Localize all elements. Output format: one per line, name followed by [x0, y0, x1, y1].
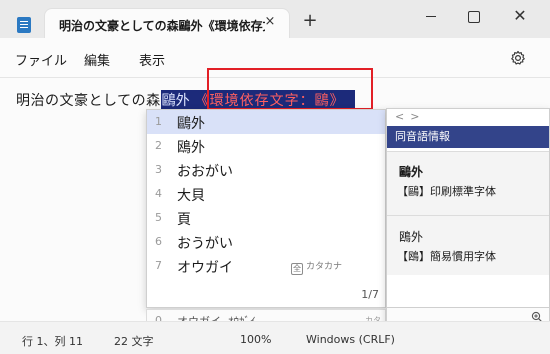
- minimize-icon[interactable]: [416, 5, 446, 27]
- candidate-number: 4: [155, 187, 162, 200]
- info-section: 鷗外 【鷗】印刷標準字体: [387, 151, 549, 215]
- candidate-text: 鷗外: [177, 116, 205, 132]
- candidate-number: 7: [155, 259, 162, 272]
- fullwidth-icon: 全: [291, 263, 303, 275]
- line-ending[interactable]: Windows (CRLF): [306, 333, 395, 346]
- zoom-level[interactable]: 100%: [240, 333, 271, 346]
- document-tab[interactable]: 明治の文豪としての森鷗外《環境依存文 ×: [44, 8, 290, 38]
- candidate-number: 5: [155, 211, 162, 224]
- candidate-text: おうがい: [177, 236, 233, 252]
- candidate-item[interactable]: 4 大貝: [147, 182, 385, 206]
- info-nav: <>: [395, 110, 425, 123]
- maximize-icon[interactable]: [458, 5, 488, 27]
- candidate-item[interactable]: 3 おおがい: [147, 158, 385, 182]
- prev-icon[interactable]: <: [395, 110, 410, 123]
- title-bar: 明治の文豪としての森鷗外《環境依存文 × + ✕: [0, 0, 550, 38]
- cursor-position: 行 1、列 11: [22, 335, 83, 348]
- candidate-hint: 全カタカナ: [291, 259, 342, 275]
- notepad-app-icon: [17, 17, 31, 33]
- info-desc: 【鴎】簡易慣用字体: [397, 250, 496, 263]
- info-title: 鷗外: [399, 165, 424, 179]
- candidate-text: おおがい: [177, 164, 233, 180]
- candidate-item[interactable]: 5 頁: [147, 206, 385, 230]
- menu-bar: ファイル 編集 表示: [0, 38, 550, 78]
- candidate-number: 3: [155, 163, 162, 176]
- ime-candidate-window: 1 鷗外 2 鴎外 3 おおがい 4 大貝 5 頁 6 おうがい 7 オウガイ …: [146, 109, 386, 308]
- info-desc: 【鷗】印刷標準字体: [397, 185, 496, 198]
- tab-title: 明治の文豪としての森鷗外《環境依存文: [59, 19, 265, 33]
- info-section: 鴎外 【鴎】簡易慣用字体: [387, 215, 549, 275]
- document-text: 明治の文豪としての森: [16, 93, 161, 109]
- candidate-item[interactable]: 7 オウガイ 全カタカナ: [147, 254, 385, 278]
- candidate-number: 1: [155, 115, 162, 128]
- tab-close-icon[interactable]: ×: [263, 15, 277, 29]
- candidate-text: 大貝: [177, 188, 205, 204]
- homonym-info-panel: <> 同音語情報 鷗外 【鷗】印刷標準字体 鴎外 【鴎】簡易慣用字体: [386, 108, 550, 328]
- candidate-number: 6: [155, 235, 162, 248]
- info-header: 同音語情報: [387, 126, 549, 148]
- status-bar: 行 1、列 11 22 文字 100% Windows (CRLF): [0, 321, 550, 354]
- candidate-text: オウガイ: [177, 260, 233, 276]
- info-title: 鴎外: [399, 230, 424, 244]
- next-icon[interactable]: >: [410, 110, 425, 123]
- candidate-hint-label: カタカナ: [306, 262, 343, 272]
- candidate-item[interactable]: 1 鷗外: [147, 110, 385, 134]
- candidate-page-indicator: 1/7: [361, 288, 379, 301]
- menu-file[interactable]: ファイル: [15, 50, 67, 69]
- candidate-item[interactable]: 2 鴎外: [147, 134, 385, 158]
- menu-edit[interactable]: 編集: [84, 50, 110, 69]
- candidate-number: 2: [155, 139, 162, 152]
- candidate-text: 頁: [177, 212, 191, 228]
- gear-icon[interactable]: [510, 50, 526, 66]
- close-window-icon[interactable]: ✕: [505, 5, 535, 27]
- candidate-text: 鴎外: [177, 140, 205, 156]
- candidate-item[interactable]: 6 おうがい: [147, 230, 385, 254]
- menu-view[interactable]: 表示: [139, 50, 165, 69]
- new-tab-icon[interactable]: +: [302, 12, 318, 30]
- character-count: 22 文字: [114, 335, 154, 348]
